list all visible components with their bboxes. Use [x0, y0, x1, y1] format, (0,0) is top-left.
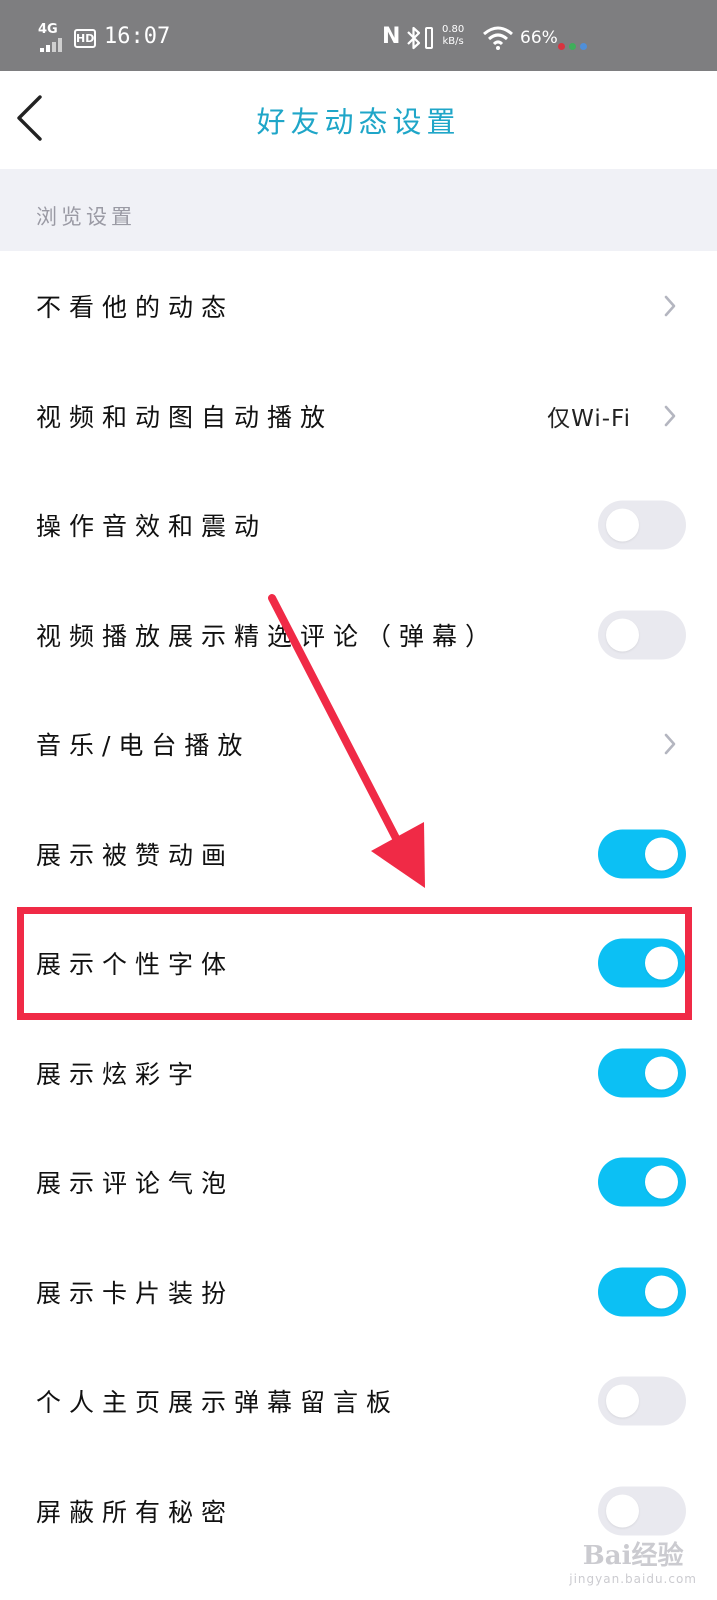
page-title: 好友动态设置	[256, 105, 461, 139]
status-dot	[558, 43, 565, 50]
clock: 16:07	[104, 24, 171, 49]
row-label: 展示卡片装扮	[36, 1278, 235, 1308]
row-label: 展示评论气泡	[36, 1169, 235, 1198]
status-dots	[558, 35, 591, 54]
row-label: 展示被赞动画	[36, 840, 235, 870]
network-speed: 0.80 kB/s	[442, 24, 464, 48]
settings-row[interactable]: 个人主页展示弹幕留言板	[0, 1346, 717, 1456]
toggle-knob	[606, 1494, 639, 1527]
toggle-knob	[645, 837, 678, 870]
toggle-switch[interactable]	[598, 938, 686, 988]
settings-row[interactable]: 不看他的动态	[0, 251, 717, 361]
toggle-switch[interactable]	[598, 1486, 686, 1535]
settings-row[interactable]: 视频和动图自动播放 仅Wi-Fi	[0, 361, 717, 471]
chevron-right-icon	[664, 405, 676, 426]
settings-row[interactable]: 视频播放展示精选评论（弹幕）	[0, 580, 717, 690]
small-battery-icon	[425, 27, 433, 49]
toggle-switch[interactable]	[598, 610, 686, 659]
toggle-switch[interactable]	[598, 1048, 686, 1097]
row-label: 个人主页展示弹幕留言板	[36, 1388, 400, 1417]
row-label: 屏蔽所有秘密	[36, 1497, 235, 1527]
toggle-switch[interactable]	[598, 1267, 686, 1316]
settings-row[interactable]: 音乐/电台播放	[0, 689, 717, 799]
settings-row[interactable]: 展示炫彩字	[0, 1018, 717, 1128]
watermark-main: Bai经验	[582, 1541, 684, 1571]
watermark: Bai经验 jingyan.baidu.com	[569, 1535, 697, 1586]
row-label: 不看他的动态	[36, 293, 235, 322]
watermark-sub: jingyan.baidu.com	[569, 1572, 697, 1586]
toggle-knob	[606, 1384, 639, 1418]
network-type: 4G	[38, 22, 58, 37]
section-title: 浏览设置	[36, 205, 136, 229]
row-label: 展示炫彩字	[36, 1059, 202, 1089]
toggle-knob	[645, 946, 678, 980]
wifi-icon	[483, 26, 513, 50]
network-speed-unit: kB/s	[442, 36, 464, 47]
signal-icon	[40, 38, 62, 52]
row-label: 操作音效和震动	[36, 512, 268, 541]
row-label: 视频和动图自动播放	[36, 402, 334, 432]
toggle-knob	[645, 1056, 678, 1089]
toggle-switch[interactable]	[598, 500, 686, 550]
bluetooth-icon	[407, 26, 421, 50]
row-label: 视频播放展示精选评论（弹幕）	[36, 621, 499, 651]
chevron-right-icon	[664, 733, 676, 755]
status-dot	[580, 43, 587, 50]
status-dot	[569, 43, 576, 50]
settings-row[interactable]: 展示卡片装扮	[0, 1237, 717, 1347]
toggle-switch[interactable]	[598, 829, 686, 878]
header: 好友动态设置	[0, 71, 717, 169]
settings-row[interactable]: 展示评论气泡	[0, 1127, 717, 1237]
section-header: 浏览设置	[0, 169, 717, 251]
nfc-icon: N	[382, 24, 401, 49]
toggle-knob	[606, 618, 639, 651]
row-value: 仅Wi-Fi	[547, 405, 631, 432]
settings-row[interactable]: 展示被赞动画	[0, 799, 717, 909]
row-label: 展示个性字体	[36, 950, 235, 979]
toggle-switch[interactable]	[598, 1157, 686, 1207]
hd-icon: HD	[74, 29, 96, 48]
toggle-knob	[645, 1165, 678, 1199]
settings-row[interactable]: 展示个性字体	[0, 908, 717, 1018]
toggle-knob	[606, 508, 639, 542]
chevron-right-icon	[664, 295, 676, 317]
row-label: 音乐/电台播放	[36, 731, 251, 760]
toggle-knob	[645, 1275, 678, 1308]
network-speed-value: 0.80	[442, 24, 465, 35]
toggle-switch[interactable]	[598, 1376, 686, 1426]
battery-level: 66%	[520, 28, 558, 48]
settings-row[interactable]: 操作音效和震动	[0, 470, 717, 580]
status-bar: 4G HD 16:07 N 0.80 kB/s 66%	[0, 0, 717, 71]
